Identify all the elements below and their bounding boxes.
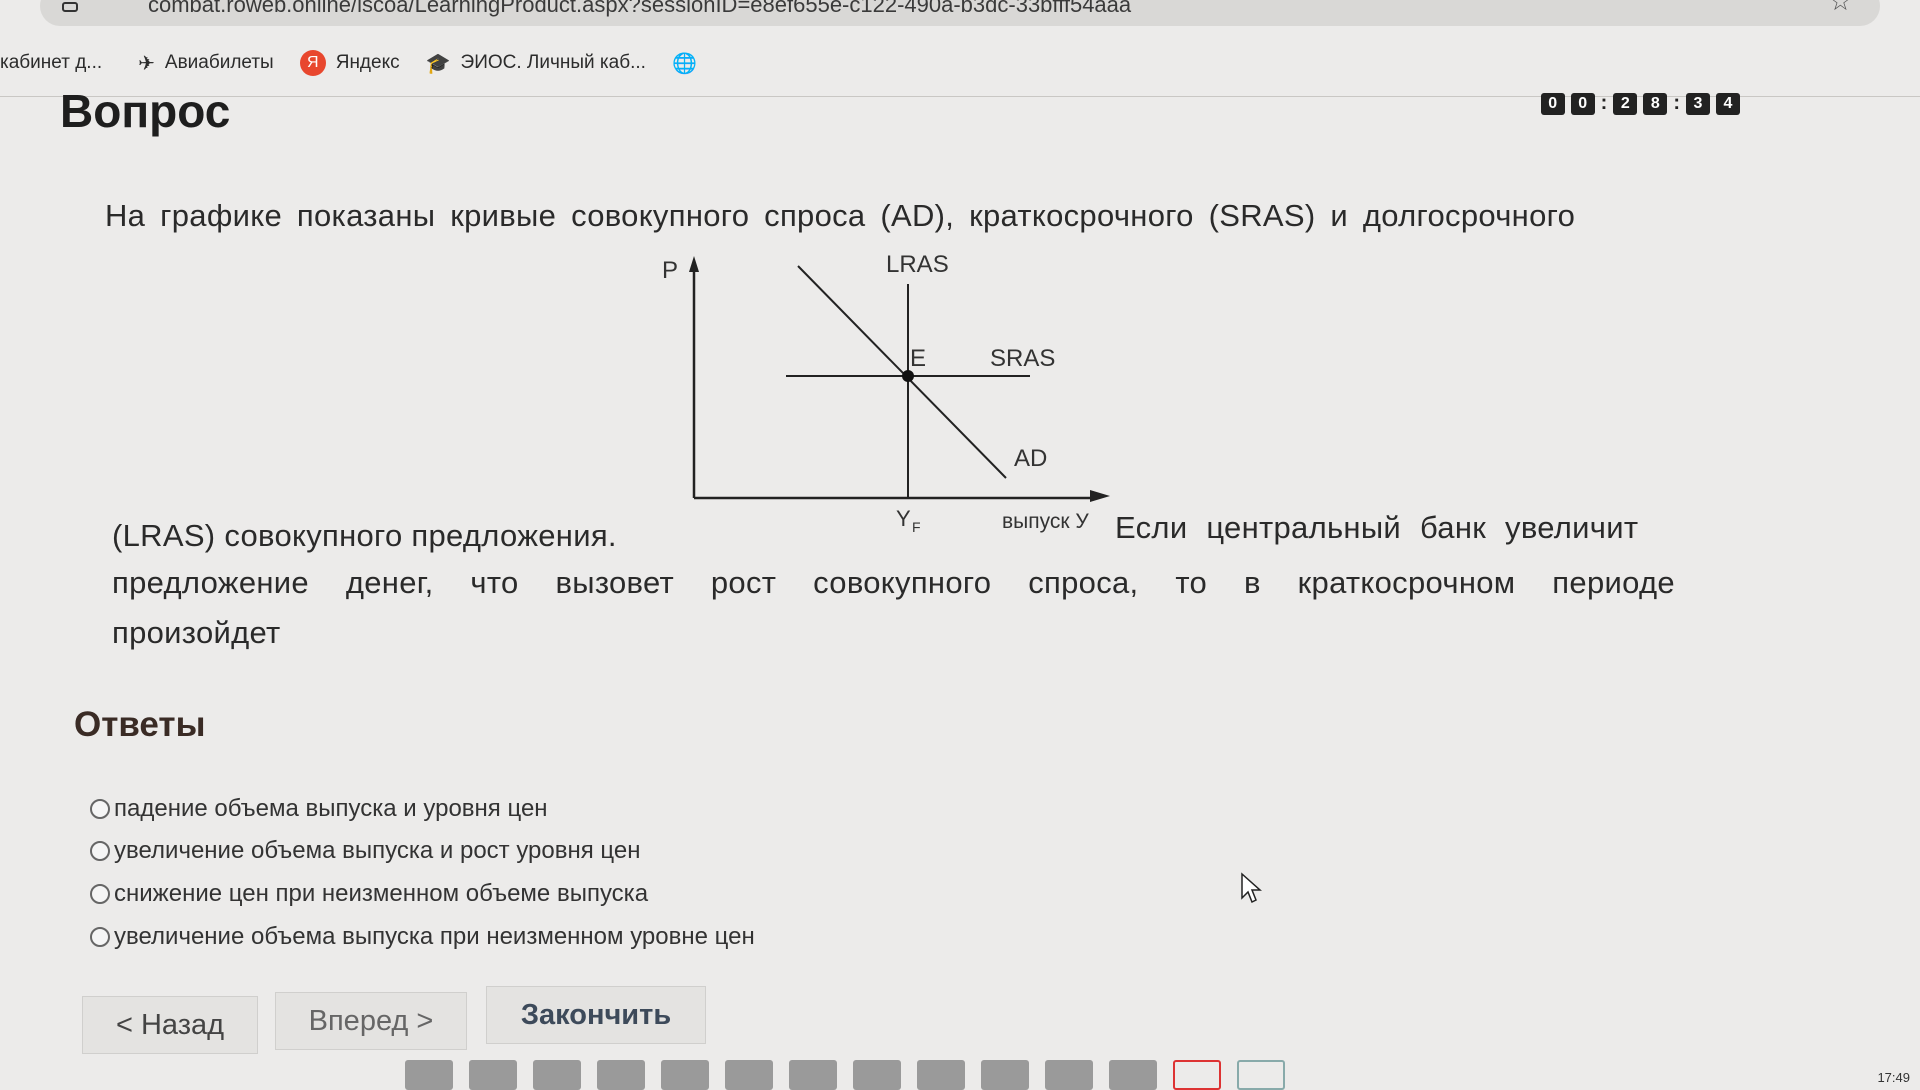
site-info-icon[interactable] (62, 2, 78, 12)
timer-separator: : (1600, 92, 1608, 114)
system-clock: 17:49 (1877, 1070, 1910, 1085)
graduation-cap-icon: 🎓 (425, 52, 451, 75)
question-page-button[interactable] (469, 1060, 517, 1090)
ad-as-graph: P LRAS E SRAS AD Y F выпуск У (662, 251, 1110, 535)
question-page-button[interactable] (1237, 1060, 1285, 1090)
label-e: E (910, 345, 926, 372)
question-page-button[interactable] (533, 1060, 581, 1090)
question-text-line: Если центральный банк увеличит (1115, 510, 1639, 545)
question-page-button[interactable] (917, 1060, 965, 1090)
bookmark-label: ЭИОС. Личный каб... (460, 52, 646, 73)
bookmark-cabinet[interactable]: кабинет д... (0, 52, 102, 74)
question-text-line: (LRAS) совокупного предложения. (112, 518, 617, 553)
ad-curve (797, 265, 1007, 479)
question-page-button[interactable] (725, 1060, 773, 1090)
question-page-button[interactable] (597, 1060, 645, 1090)
radio-button[interactable] (90, 841, 110, 861)
mouse-cursor-icon (1241, 872, 1262, 904)
answer-option[interactable]: увеличение объема выпуска и рост уровня … (90, 837, 641, 865)
back-button[interactable]: < Назад (82, 996, 258, 1054)
answer-option[interactable]: снижение цен при неизменном объеме выпус… (90, 880, 648, 908)
axis-label-p: P (662, 257, 678, 284)
answer-option[interactable]: падение объема выпуска и уровня цен (90, 795, 548, 823)
bookmark-aviabilety[interactable]: ✈ Авиабилеты (138, 51, 274, 76)
question-text-line: На графике показаны кривые совокупного с… (105, 198, 1576, 233)
question-page-button[interactable] (789, 1060, 837, 1090)
bookmark-star-icon[interactable]: ☆ (1829, 0, 1852, 17)
answer-label[interactable]: снижение цен при неизменном объеме выпус… (114, 880, 648, 908)
axis-label-output: выпуск У (1002, 510, 1089, 533)
price-axis-arrow (689, 256, 699, 272)
answer-label[interactable]: увеличение объема выпуска при неизменном… (114, 923, 755, 951)
label-ad: AD (1014, 445, 1047, 472)
question-text-line: произойдет (112, 615, 281, 650)
finish-button[interactable]: Закончить (486, 986, 706, 1044)
timer-digit: 2 (1613, 92, 1638, 115)
page-title: Вопрос (60, 85, 231, 137)
bookmark-label: Авиабилеты (164, 52, 274, 73)
timer-digit: 0 (1570, 92, 1595, 115)
answer-label[interactable]: падение объема выпуска и уровня цен (114, 795, 548, 823)
timer-digit: 0 (1540, 92, 1565, 115)
timer-digit: 4 (1716, 92, 1740, 115)
countdown-timer: 0 0 : 2 8 : 3 4 (1540, 92, 1740, 115)
yandex-icon: Я (299, 50, 326, 76)
question-page-button[interactable] (1109, 1060, 1157, 1090)
bookmarks-bar: кабинет д... ✈ Авиабилеты Я Яндекс 🎓 ЭИО… (0, 44, 1920, 82)
globe-icon: 🌐 (671, 52, 697, 75)
bookmark-label: Яндекс (335, 52, 400, 73)
question-page-button[interactable] (661, 1060, 709, 1090)
output-axis-arrow (1090, 490, 1110, 502)
question-page-button[interactable] (405, 1060, 453, 1090)
question-page-button-current[interactable] (1173, 1060, 1221, 1090)
timer-separator: : (1673, 92, 1680, 114)
bookmark-yandex[interactable]: Я Яндекс (299, 50, 400, 76)
answers-heading: Ответы (74, 705, 206, 744)
airplane-icon: ✈ (138, 52, 155, 75)
bookmark-eios[interactable]: 🎓 ЭИОС. Личный каб... (426, 51, 646, 76)
bookmark-label: кабинет д... (0, 52, 103, 73)
question-pager (405, 1060, 1285, 1090)
timer-digit: 8 (1643, 92, 1668, 115)
radio-button[interactable] (90, 884, 110, 904)
address-bar[interactable]: combat.roweb.online/iscoa/LearningProduc… (40, 0, 1880, 26)
url-text[interactable]: combat.roweb.online/iscoa/LearningProduc… (148, 0, 1131, 18)
question-page-button[interactable] (853, 1060, 901, 1090)
timer-digit: 3 (1686, 92, 1710, 115)
question-page-button[interactable] (981, 1060, 1029, 1090)
radio-button[interactable] (90, 799, 110, 819)
label-yf: Y (896, 506, 911, 531)
bookmark-globe[interactable]: 🌐 (672, 51, 707, 76)
radio-button[interactable] (90, 927, 110, 947)
answer-label[interactable]: увеличение объема выпуска и рост уровня … (114, 837, 641, 865)
answer-option[interactable]: увеличение объема выпуска при неизменном… (90, 923, 755, 951)
question-text-line: предложение денег, что вызовет рост сово… (112, 565, 1675, 600)
question-page-button[interactable] (1045, 1060, 1093, 1090)
label-yf-subscript: F (912, 519, 921, 535)
label-sras: SRAS (990, 345, 1055, 372)
label-lras: LRAS (886, 251, 949, 278)
forward-button[interactable]: Вперед > (275, 992, 467, 1050)
